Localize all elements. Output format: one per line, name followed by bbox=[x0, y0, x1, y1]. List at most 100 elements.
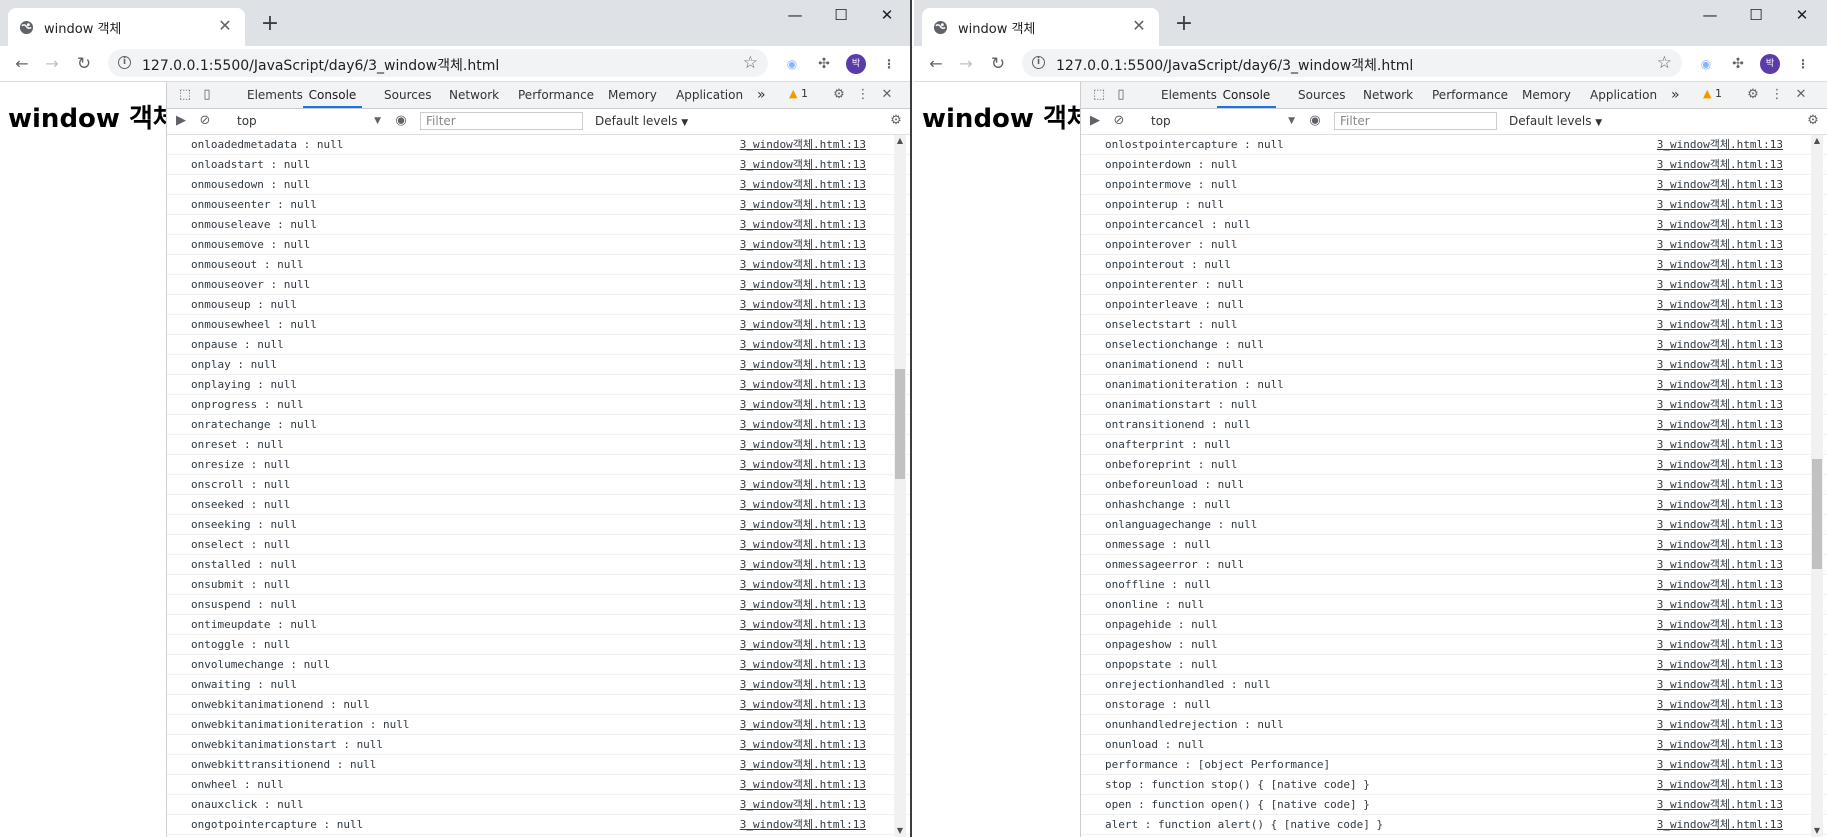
tab-console[interactable]: Console bbox=[1217, 82, 1276, 108]
log-source-link[interactable]: 3_window객체.html:13 bbox=[740, 515, 866, 534]
more-options-icon[interactable]: ⋮ bbox=[1769, 87, 1785, 103]
scroll-up-icon[interactable]: ▲ bbox=[894, 135, 906, 147]
console-scrollbar[interactable]: ▲ ▼ bbox=[894, 135, 906, 837]
log-source-link[interactable]: 3_window객체.html:13 bbox=[1657, 755, 1783, 774]
close-tab-icon[interactable]: ✕ bbox=[215, 16, 235, 36]
log-source-link[interactable]: 3_window객체.html:13 bbox=[1657, 815, 1783, 834]
close-devtools-icon[interactable]: ✕ bbox=[879, 87, 895, 103]
log-source-link[interactable]: 3_window객체.html:13 bbox=[740, 215, 866, 234]
eye-icon[interactable]: ◉ bbox=[1307, 113, 1323, 129]
avatar[interactable]: 박 bbox=[1760, 54, 1780, 74]
tab-network[interactable]: Network bbox=[449, 82, 499, 108]
console-settings-icon[interactable]: ⚙ bbox=[1805, 113, 1821, 129]
scrollbar-thumb[interactable] bbox=[895, 368, 905, 479]
log-source-link[interactable]: 3_window객체.html:13 bbox=[740, 535, 866, 554]
new-tab-icon[interactable]: + bbox=[258, 12, 282, 36]
inspect-icon[interactable]: ⬚ bbox=[177, 87, 193, 103]
scroll-down-icon[interactable]: ▼ bbox=[894, 825, 906, 837]
scroll-up-icon[interactable]: ▲ bbox=[1811, 135, 1823, 147]
log-source-link[interactable]: 3_window객체.html:13 bbox=[740, 495, 866, 514]
log-source-link[interactable]: 3_window객체.html:13 bbox=[1657, 255, 1783, 274]
log-source-link[interactable]: 3_window객체.html:13 bbox=[1657, 195, 1783, 214]
close-devtools-icon[interactable]: ✕ bbox=[1793, 87, 1809, 103]
log-source-link[interactable]: 3_window객체.html:13 bbox=[740, 295, 866, 314]
log-source-link[interactable]: 3_window객체.html:13 bbox=[740, 675, 866, 694]
log-source-link[interactable]: 3_window객체.html:13 bbox=[1657, 695, 1783, 714]
log-source-link[interactable]: 3_window객체.html:13 bbox=[740, 335, 866, 354]
log-source-link[interactable]: 3_window객체.html:13 bbox=[1657, 775, 1783, 794]
forward-icon[interactable]: → bbox=[40, 52, 64, 76]
log-source-link[interactable]: 3_window객체.html:13 bbox=[1657, 475, 1783, 494]
log-source-link[interactable]: 3_window객체.html:13 bbox=[740, 195, 866, 214]
device-toolbar-icon[interactable]: ▯ bbox=[1113, 87, 1129, 103]
log-source-link[interactable]: 3_window객체.html:13 bbox=[740, 155, 866, 174]
log-source-link[interactable]: 3_window객체.html:13 bbox=[1657, 655, 1783, 674]
new-tab-icon[interactable]: + bbox=[1172, 12, 1196, 36]
log-source-link[interactable]: 3_window객체.html:13 bbox=[1657, 295, 1783, 314]
info-icon[interactable]: i bbox=[118, 56, 131, 69]
menu-icon[interactable]: ⋮ bbox=[1793, 54, 1813, 74]
log-source-link[interactable]: 3_window객체.html:13 bbox=[1657, 375, 1783, 394]
tab-performance[interactable]: Performance bbox=[1432, 82, 1508, 108]
sidebar-toggle-icon[interactable]: ▶ bbox=[173, 113, 189, 129]
log-source-link[interactable]: 3_window객체.html:13 bbox=[740, 435, 866, 454]
tab-network[interactable]: Network bbox=[1363, 82, 1413, 108]
tab-elements[interactable]: Elements bbox=[247, 82, 303, 108]
back-icon[interactable]: ← bbox=[924, 52, 948, 76]
inspect-icon[interactable]: ⬚ bbox=[1091, 87, 1107, 103]
log-source-link[interactable]: 3_window객체.html:13 bbox=[1657, 435, 1783, 454]
maximize-icon[interactable]: ☐ bbox=[818, 0, 864, 30]
tab-sources[interactable]: Sources bbox=[1298, 82, 1345, 108]
console-scrollbar[interactable]: ▲ ▼ bbox=[1811, 135, 1823, 837]
extension-icon[interactable]: ◉ bbox=[1696, 54, 1716, 74]
log-source-link[interactable]: 3_window객체.html:13 bbox=[740, 355, 866, 374]
star-icon[interactable]: ☆ bbox=[743, 53, 758, 73]
tab-elements[interactable]: Elements bbox=[1161, 82, 1217, 108]
log-source-link[interactable]: 3_window객체.html:13 bbox=[740, 615, 866, 634]
device-toolbar-icon[interactable]: ▯ bbox=[199, 87, 215, 103]
back-icon[interactable]: ← bbox=[10, 52, 34, 76]
log-source-link[interactable]: 3_window객체.html:13 bbox=[740, 715, 866, 734]
warning-badge[interactable]: ▲ 1 bbox=[789, 87, 808, 100]
log-source-link[interactable]: 3_window객체.html:13 bbox=[740, 815, 866, 834]
log-source-link[interactable]: 3_window객체.html:13 bbox=[1657, 135, 1783, 154]
reload-icon[interactable]: ↻ bbox=[72, 52, 96, 76]
eye-icon[interactable]: ◉ bbox=[393, 113, 409, 129]
minimize-icon[interactable]: — bbox=[772, 0, 818, 30]
log-levels-dropdown[interactable]: Default levels ▼ bbox=[595, 112, 688, 132]
log-source-link[interactable]: 3_window객체.html:13 bbox=[740, 395, 866, 414]
log-source-link[interactable]: 3_window객체.html:13 bbox=[740, 375, 866, 394]
context-selector[interactable]: top ▼ bbox=[237, 112, 385, 130]
tab-console[interactable]: Console bbox=[303, 82, 362, 108]
log-source-link[interactable]: 3_window객체.html:13 bbox=[740, 575, 866, 594]
browser-tab[interactable]: window 객체 ✕ bbox=[922, 8, 1159, 46]
log-source-link[interactable]: 3_window객체.html:13 bbox=[740, 235, 866, 254]
filter-input[interactable]: Filter bbox=[420, 112, 583, 130]
context-selector[interactable]: top ▼ bbox=[1151, 112, 1299, 130]
clear-console-icon[interactable]: ⊘ bbox=[1111, 113, 1127, 129]
tab-memory[interactable]: Memory bbox=[1522, 82, 1571, 108]
log-source-link[interactable]: 3_window객체.html:13 bbox=[1657, 715, 1783, 734]
avatar[interactable]: 박 bbox=[846, 54, 866, 74]
log-source-link[interactable]: 3_window객체.html:13 bbox=[1657, 355, 1783, 374]
log-source-link[interactable]: 3_window객체.html:13 bbox=[740, 175, 866, 194]
log-source-link[interactable]: 3_window객체.html:13 bbox=[1657, 615, 1783, 634]
settings-icon[interactable]: ⚙ bbox=[831, 87, 847, 103]
log-source-link[interactable]: 3_window객체.html:13 bbox=[740, 315, 866, 334]
log-source-link[interactable]: 3_window객체.html:13 bbox=[1657, 275, 1783, 294]
log-source-link[interactable]: 3_window객체.html:13 bbox=[1657, 795, 1783, 814]
clear-console-icon[interactable]: ⊘ bbox=[197, 113, 213, 129]
maximize-icon[interactable]: ☐ bbox=[1733, 0, 1779, 30]
close-window-icon[interactable]: ✕ bbox=[864, 0, 910, 30]
address-bar[interactable]: i 127.0.0.1:5500/JavaScript/day6/3_windo… bbox=[108, 49, 768, 77]
log-source-link[interactable]: 3_window객체.html:13 bbox=[1657, 215, 1783, 234]
settings-icon[interactable]: ⚙ bbox=[1745, 87, 1761, 103]
puzzle-icon[interactable]: ✣ bbox=[1728, 54, 1748, 74]
log-source-link[interactable]: 3_window객체.html:13 bbox=[740, 695, 866, 714]
more-tabs-icon[interactable]: » bbox=[757, 82, 766, 108]
log-source-link[interactable]: 3_window객체.html:13 bbox=[740, 275, 866, 294]
log-source-link[interactable]: 3_window객체.html:13 bbox=[1657, 455, 1783, 474]
log-source-link[interactable]: 3_window객체.html:13 bbox=[1657, 575, 1783, 594]
log-source-link[interactable]: 3_window객체.html:13 bbox=[740, 555, 866, 574]
log-source-link[interactable]: 3_window객체.html:13 bbox=[1657, 335, 1783, 354]
